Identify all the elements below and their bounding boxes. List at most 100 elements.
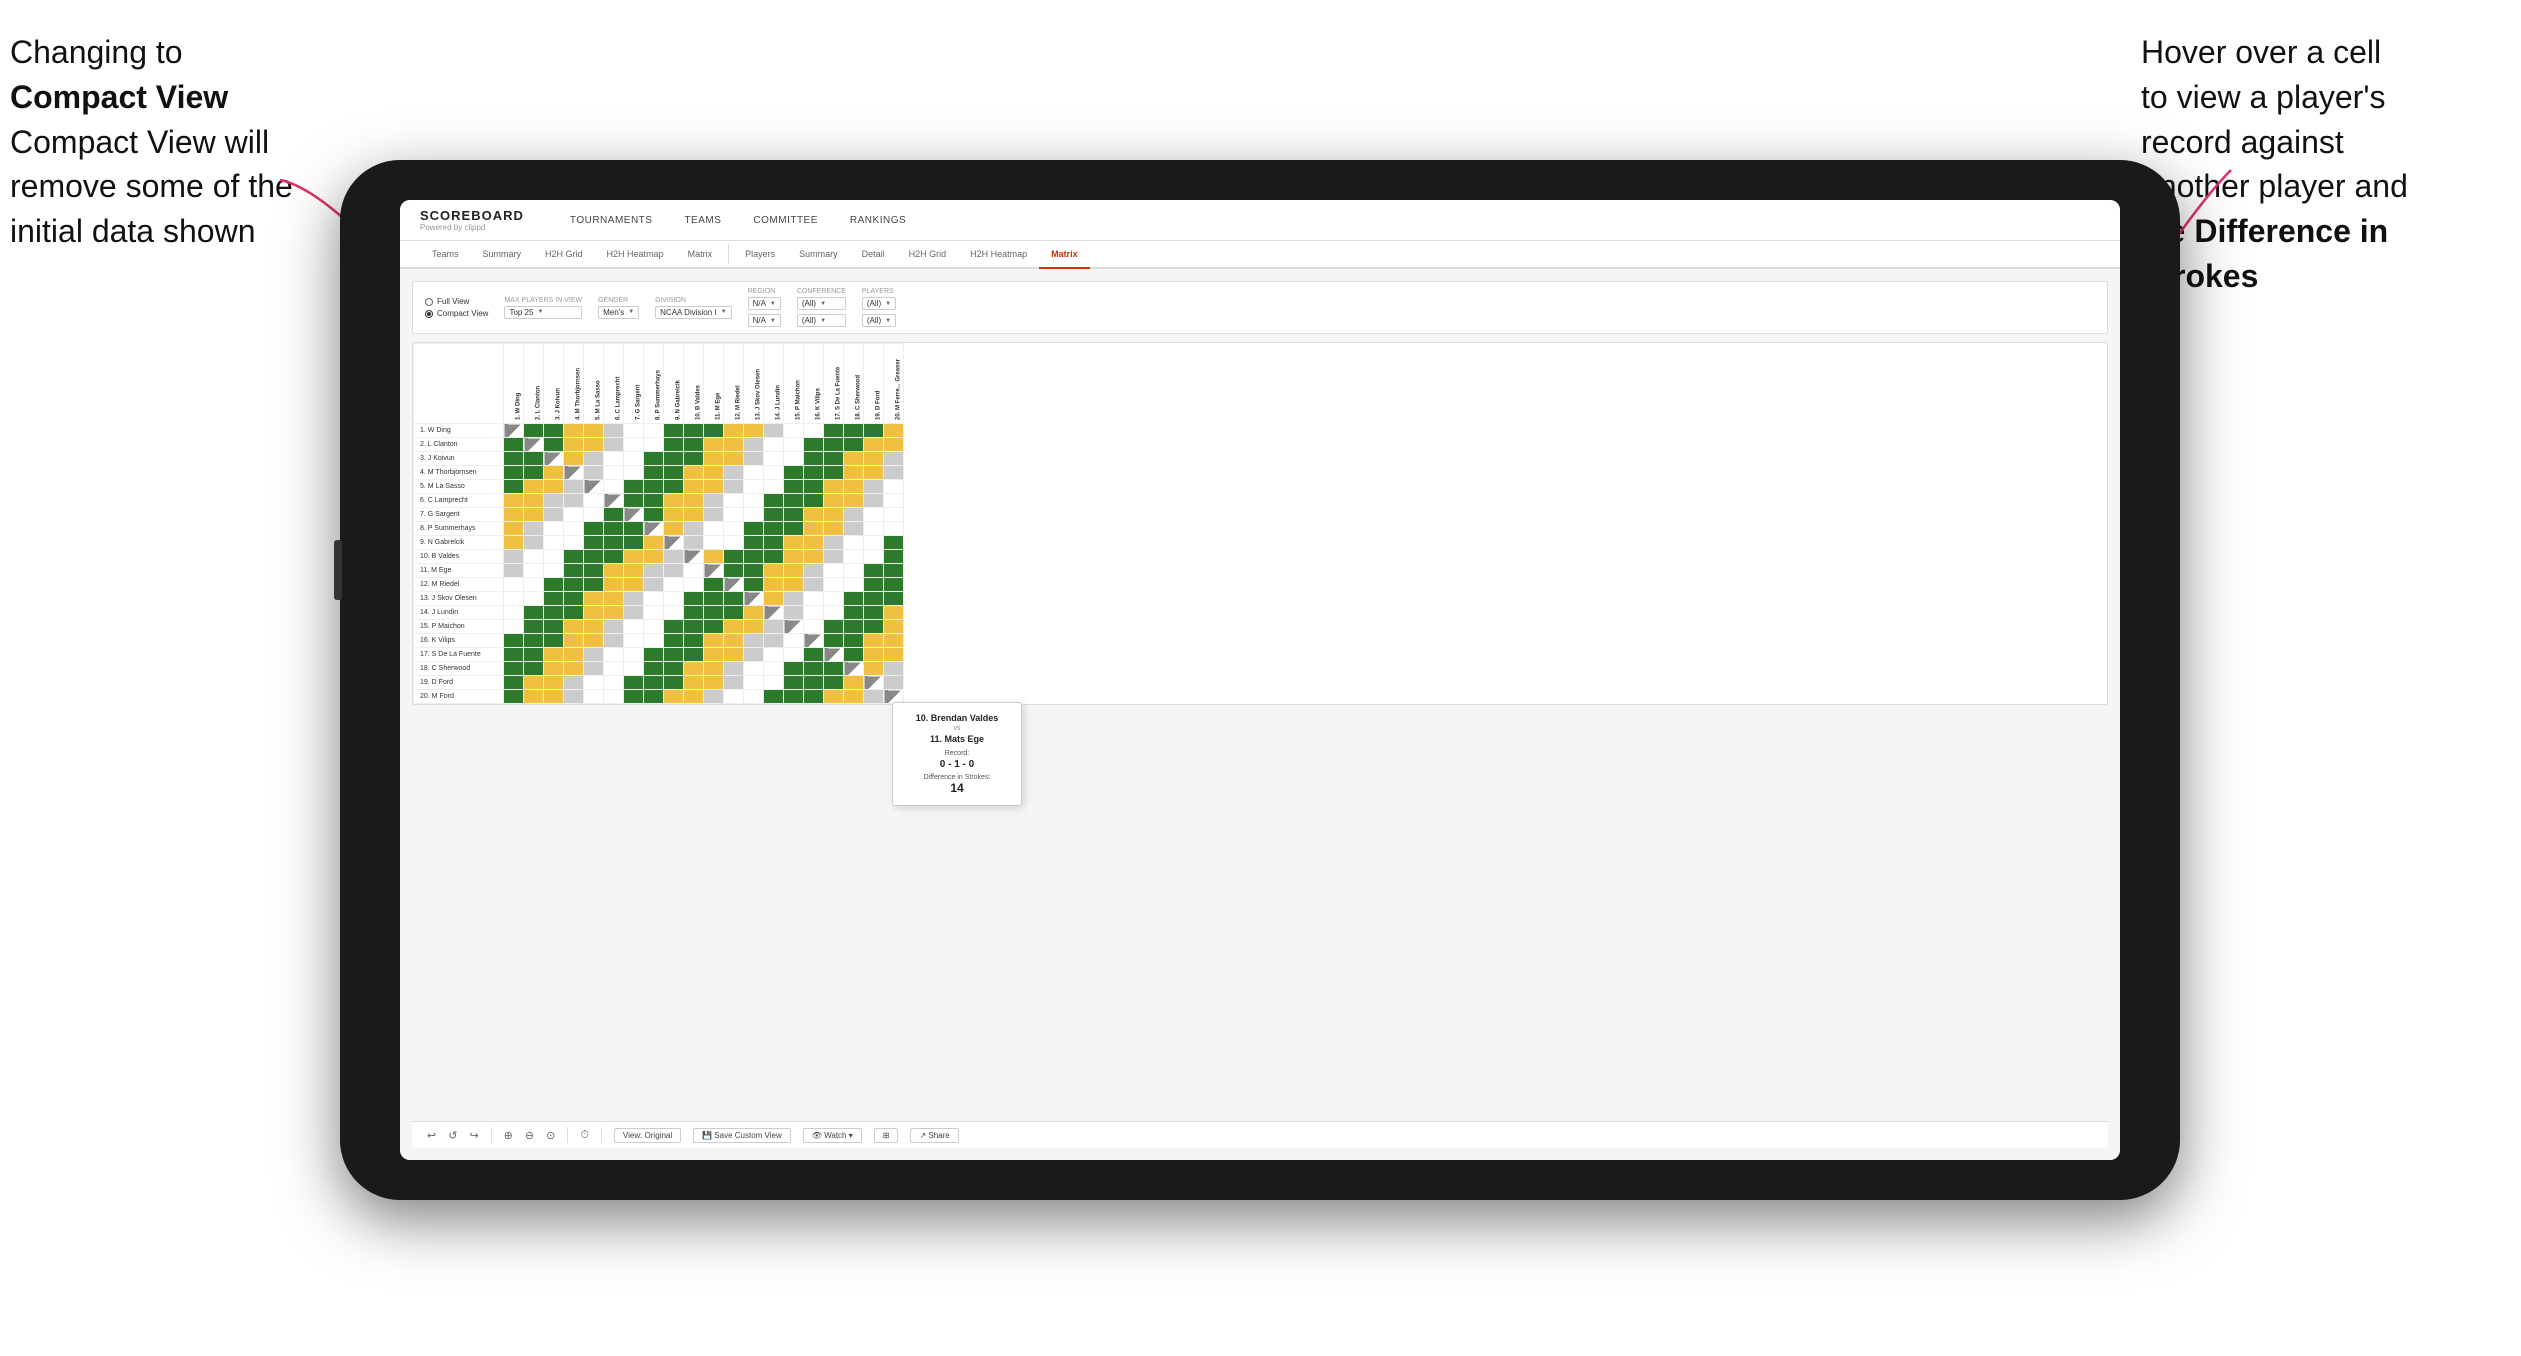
matrix-cell-7-3[interactable] xyxy=(564,522,584,536)
matrix-cell-10-5[interactable] xyxy=(604,564,624,578)
matrix-cell-16-3[interactable] xyxy=(564,648,584,662)
matrix-cell-16-18[interactable] xyxy=(864,648,884,662)
matrix-cell-19-8[interactable] xyxy=(664,690,684,704)
matrix-cell-3-16[interactable] xyxy=(824,466,844,480)
matrix-cell-3-18[interactable] xyxy=(864,466,884,480)
matrix-cell-17-17[interactable] xyxy=(844,662,864,676)
matrix-cell-4-0[interactable] xyxy=(504,480,524,494)
subnav-h2hgrid1[interactable]: H2H Grid xyxy=(533,241,595,269)
matrix-cell-15-19[interactable] xyxy=(884,634,904,648)
matrix-cell-7-8[interactable] xyxy=(664,522,684,536)
matrix-container[interactable]: 1. W Ding2. L Clanton3. J Koivun4. M Tho… xyxy=(412,342,2108,705)
matrix-cell-13-12[interactable] xyxy=(744,606,764,620)
matrix-cell-9-19[interactable] xyxy=(884,550,904,564)
matrix-cell-13-2[interactable] xyxy=(544,606,564,620)
matrix-cell-2-11[interactable] xyxy=(724,452,744,466)
matrix-cell-19-17[interactable] xyxy=(844,690,864,704)
matrix-cell-3-14[interactable] xyxy=(784,466,804,480)
matrix-cell-4-12[interactable] xyxy=(744,480,764,494)
matrix-cell-18-1[interactable] xyxy=(524,676,544,690)
matrix-cell-12-1[interactable] xyxy=(524,592,544,606)
matrix-cell-7-2[interactable] xyxy=(544,522,564,536)
matrix-cell-15-18[interactable] xyxy=(864,634,884,648)
matrix-cell-12-9[interactable] xyxy=(684,592,704,606)
matrix-cell-17-8[interactable] xyxy=(664,662,684,676)
subnav-matrix1[interactable]: Matrix xyxy=(676,241,725,269)
matrix-cell-18-12[interactable] xyxy=(744,676,764,690)
matrix-cell-10-3[interactable] xyxy=(564,564,584,578)
matrix-cell-0-8[interactable] xyxy=(664,424,684,438)
matrix-cell-14-13[interactable] xyxy=(764,620,784,634)
matrix-cell-5-6[interactable] xyxy=(624,494,644,508)
matrix-cell-19-5[interactable] xyxy=(604,690,624,704)
matrix-cell-3-15[interactable] xyxy=(804,466,824,480)
matrix-cell-6-5[interactable] xyxy=(604,508,624,522)
nav-committee[interactable]: COMMITTEE xyxy=(747,211,824,230)
matrix-cell-12-17[interactable] xyxy=(844,592,864,606)
matrix-cell-0-2[interactable] xyxy=(544,424,564,438)
conference-select-1[interactable]: (All) ▼ xyxy=(797,297,846,310)
matrix-cell-6-15[interactable] xyxy=(804,508,824,522)
matrix-cell-2-19[interactable] xyxy=(884,452,904,466)
matrix-cell-2-7[interactable] xyxy=(644,452,664,466)
matrix-cell-16-9[interactable] xyxy=(684,648,704,662)
matrix-cell-15-3[interactable] xyxy=(564,634,584,648)
redo-icon[interactable]: ↺ xyxy=(448,1129,457,1142)
matrix-cell-4-1[interactable] xyxy=(524,480,544,494)
matrix-cell-8-6[interactable] xyxy=(624,536,644,550)
matrix-cell-9-13[interactable] xyxy=(764,550,784,564)
matrix-cell-11-4[interactable] xyxy=(584,578,604,592)
matrix-cell-19-15[interactable] xyxy=(804,690,824,704)
matrix-cell-13-6[interactable] xyxy=(624,606,644,620)
subnav-h2hheatmap1[interactable]: H2H Heatmap xyxy=(595,241,676,269)
matrix-cell-11-18[interactable] xyxy=(864,578,884,592)
matrix-cell-5-7[interactable] xyxy=(644,494,664,508)
matrix-cell-5-5[interactable] xyxy=(604,494,624,508)
matrix-cell-1-1[interactable] xyxy=(524,438,544,452)
matrix-cell-7-16[interactable] xyxy=(824,522,844,536)
forward-icon[interactable]: ↪ xyxy=(469,1129,478,1142)
matrix-cell-14-2[interactable] xyxy=(544,620,564,634)
matrix-cell-0-18[interactable] xyxy=(864,424,884,438)
matrix-cell-3-1[interactable] xyxy=(524,466,544,480)
matrix-cell-19-18[interactable] xyxy=(864,690,884,704)
matrix-cell-11-8[interactable] xyxy=(664,578,684,592)
matrix-cell-3-9[interactable] xyxy=(684,466,704,480)
matrix-cell-8-1[interactable] xyxy=(524,536,544,550)
matrix-cell-5-13[interactable] xyxy=(764,494,784,508)
matrix-cell-10-1[interactable] xyxy=(524,564,544,578)
matrix-cell-14-0[interactable] xyxy=(504,620,524,634)
matrix-cell-3-2[interactable] xyxy=(544,466,564,480)
save-custom-view-button[interactable]: 💾 Save Custom View xyxy=(693,1128,791,1143)
matrix-cell-13-9[interactable] xyxy=(684,606,704,620)
matrix-cell-19-0[interactable] xyxy=(504,690,524,704)
matrix-cell-0-5[interactable] xyxy=(604,424,624,438)
matrix-cell-10-2[interactable] xyxy=(544,564,564,578)
matrix-cell-7-15[interactable] xyxy=(804,522,824,536)
matrix-cell-9-7[interactable] xyxy=(644,550,664,564)
matrix-cell-12-18[interactable] xyxy=(864,592,884,606)
matrix-cell-6-0[interactable] xyxy=(504,508,524,522)
matrix-cell-13-19[interactable] xyxy=(884,606,904,620)
matrix-cell-7-18[interactable] xyxy=(864,522,884,536)
subnav-teams[interactable]: Teams xyxy=(420,241,471,269)
matrix-cell-15-0[interactable] xyxy=(504,634,524,648)
clock-icon[interactable]: ⏱ xyxy=(580,1129,589,1142)
matrix-cell-15-8[interactable] xyxy=(664,634,684,648)
matrix-cell-10-4[interactable] xyxy=(584,564,604,578)
matrix-cell-16-16[interactable] xyxy=(824,648,844,662)
matrix-cell-3-11[interactable] xyxy=(724,466,744,480)
matrix-cell-5-0[interactable] xyxy=(504,494,524,508)
matrix-cell-16-17[interactable] xyxy=(844,648,864,662)
matrix-cell-9-1[interactable] xyxy=(524,550,544,564)
matrix-cell-16-0[interactable] xyxy=(504,648,524,662)
matrix-cell-5-3[interactable] xyxy=(564,494,584,508)
matrix-cell-5-10[interactable] xyxy=(704,494,724,508)
matrix-cell-11-5[interactable] xyxy=(604,578,624,592)
matrix-cell-2-18[interactable] xyxy=(864,452,884,466)
matrix-cell-0-17[interactable] xyxy=(844,424,864,438)
matrix-cell-8-13[interactable] xyxy=(764,536,784,550)
matrix-cell-8-19[interactable] xyxy=(884,536,904,550)
matrix-cell-17-4[interactable] xyxy=(584,662,604,676)
matrix-cell-9-2[interactable] xyxy=(544,550,564,564)
